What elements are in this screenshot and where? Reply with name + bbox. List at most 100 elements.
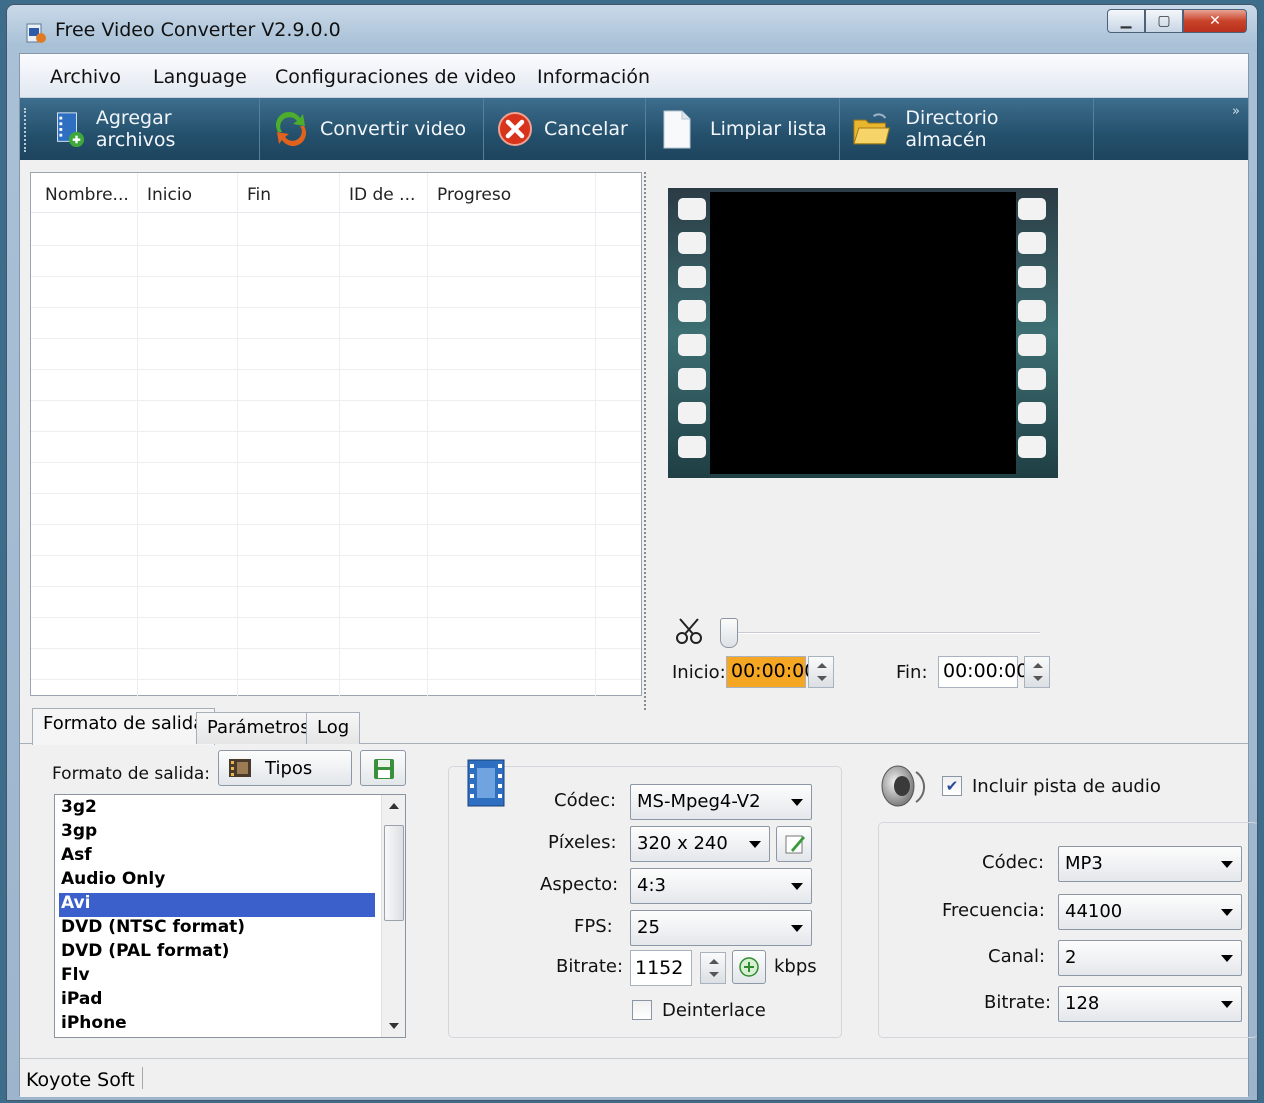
video-codec-value: MS-Mpeg4-V2 — [637, 791, 761, 812]
edit-pixels-button[interactable] — [776, 826, 812, 862]
channel-select[interactable]: 2 — [1058, 940, 1242, 976]
add-files-button[interactable]: Agregar archivos — [38, 98, 260, 160]
audio-bitrate-select[interactable]: 128 — [1058, 986, 1242, 1022]
chevron-down-icon — [791, 883, 803, 890]
film-sprocket — [1018, 266, 1046, 288]
column-id[interactable]: ID de ... — [349, 185, 415, 205]
film-sprocket — [678, 232, 706, 254]
add-files-label: Agregar archivos — [95, 107, 176, 151]
chevron-down-icon — [1221, 909, 1233, 916]
add-bitrate-button[interactable] — [732, 950, 766, 984]
include-audio-label: Incluir pista de audio — [972, 776, 1161, 797]
status-bar: Koyote Soft — [20, 1058, 1248, 1097]
trim-end-label: Fin: — [896, 662, 928, 683]
format-list-scrollbar[interactable] — [381, 795, 405, 1037]
format-list-item[interactable]: 3g2 — [59, 797, 375, 821]
fps-label: FPS: — [574, 916, 613, 937]
audio-bitrate-value: 128 — [1065, 993, 1100, 1014]
tab-log[interactable]: Log — [306, 712, 361, 744]
scissors-icon[interactable] — [674, 616, 704, 646]
film-sprocket — [678, 334, 706, 356]
format-list-item[interactable]: Flv — [59, 965, 375, 989]
film-sprocket — [1018, 198, 1046, 220]
tab-bar: Formato de salida Parámetros Log — [20, 708, 1248, 745]
aspect-select[interactable]: 4:3 — [630, 868, 812, 904]
table-row-line — [31, 338, 641, 339]
tab-parametros[interactable]: Parámetros — [196, 712, 321, 744]
format-list-item[interactable]: iPad — [59, 989, 375, 1013]
film-sprocket — [678, 368, 706, 390]
trim-end-spinner[interactable] — [1024, 656, 1050, 688]
toolbar: Agregar archivos Convertir video Cancela… — [20, 98, 1248, 160]
scroll-thumb[interactable] — [384, 825, 404, 921]
maximize-button[interactable]: ▢ — [1145, 9, 1183, 33]
include-audio-checkbox[interactable]: ✔ — [942, 776, 962, 796]
column-progreso[interactable]: Progreso — [437, 185, 511, 205]
types-button[interactable]: Tipos — [218, 750, 352, 786]
save-format-button[interactable] — [360, 750, 406, 786]
format-list-item[interactable]: Audio Only — [59, 869, 375, 893]
scroll-up-arrow-icon[interactable] — [389, 803, 399, 809]
panel-splitter[interactable] — [644, 172, 648, 710]
film-sprocket — [678, 198, 706, 220]
trim-slider-track[interactable] — [730, 632, 1040, 634]
trim-slider-thumb[interactable] — [720, 618, 738, 648]
video-bitrate-spinner[interactable] — [700, 952, 726, 984]
menu-archivo[interactable]: Archivo — [50, 66, 121, 88]
table-row-line — [31, 524, 641, 525]
file-list[interactable]: Nombre... Inicio Fin ID de ... Progreso — [30, 172, 642, 711]
column-nombre[interactable]: Nombre... — [45, 185, 129, 205]
audio-codec-value: MP3 — [1065, 853, 1103, 874]
floppy-disk-icon — [374, 759, 394, 779]
convert-video-label: Convertir video — [320, 118, 467, 140]
minimize-button[interactable]: ▁ — [1107, 9, 1145, 33]
pixels-label: Píxeles: — [548, 832, 617, 853]
scroll-down-arrow-icon[interactable] — [389, 1023, 399, 1029]
format-list-item[interactable]: DVD (PAL format) — [59, 941, 375, 965]
convert-video-button[interactable]: Convertir video — [260, 98, 484, 160]
close-button[interactable]: ✕ — [1183, 9, 1247, 33]
table-row-line — [31, 648, 641, 649]
menu-video-settings[interactable]: Configuraciones de video — [275, 66, 516, 88]
format-list-item[interactable]: iPhone — [59, 1013, 375, 1037]
table-row-line — [31, 400, 641, 401]
trim-start-input[interactable]: 00:00:00 — [726, 656, 816, 688]
cancel-label: Cancelar — [544, 118, 628, 140]
format-list-item[interactable]: Asf — [59, 845, 375, 869]
film-sprocket — [678, 436, 706, 458]
video-bitrate-input[interactable]: 1152 — [630, 950, 692, 986]
film-sprocket — [678, 402, 706, 424]
storage-directory-button[interactable]: Directorio almacén — [840, 98, 1094, 160]
fps-select[interactable]: 25 — [630, 910, 812, 946]
format-list-item[interactable]: Avi — [59, 893, 375, 917]
toolbar-grip[interactable] — [24, 108, 27, 152]
aspect-value: 4:3 — [637, 875, 666, 896]
column-fin[interactable]: Fin — [247, 185, 271, 205]
pixels-select[interactable]: 320 x 240 — [630, 826, 770, 862]
video-bitrate-label: Bitrate: — [556, 956, 624, 977]
toolbar-overflow-chevron[interactable]: » — [1232, 104, 1240, 119]
format-list-item[interactable]: 3gp — [59, 821, 375, 845]
column-inicio[interactable]: Inicio — [147, 185, 192, 205]
film-sprocket — [1018, 334, 1046, 356]
status-text: Koyote Soft — [26, 1069, 135, 1091]
table-row-line — [31, 245, 641, 246]
chevron-down-icon — [1221, 955, 1233, 962]
deinterlace-checkbox[interactable] — [632, 1000, 652, 1020]
menu-informacion[interactable]: Información — [537, 66, 650, 88]
format-list-item[interactable]: DVD (NTSC format) — [59, 917, 375, 941]
trim-end-input[interactable]: 00:00:00 — [938, 656, 1028, 688]
format-list[interactable]: 3g2 3gp Asf Audio Only Avi DVD (NTSC format) D… — [54, 794, 406, 1038]
audio-codec-select[interactable]: MP3 — [1058, 846, 1242, 882]
tab-formato-salida[interactable]: Formato de salida — [32, 708, 216, 745]
trim-start-spinner[interactable] — [808, 656, 834, 688]
table-row-line — [31, 586, 641, 587]
film-sprocket — [1018, 300, 1046, 322]
menu-language[interactable]: Language — [153, 66, 247, 88]
clear-list-button[interactable]: Limpiar lista — [646, 98, 840, 160]
cancel-button[interactable]: Cancelar — [484, 98, 646, 160]
table-row-line — [31, 462, 641, 463]
film-sprocket — [1018, 368, 1046, 390]
frequency-select[interactable]: 44100 — [1058, 894, 1242, 930]
video-codec-select[interactable]: MS-Mpeg4-V2 — [630, 784, 812, 820]
